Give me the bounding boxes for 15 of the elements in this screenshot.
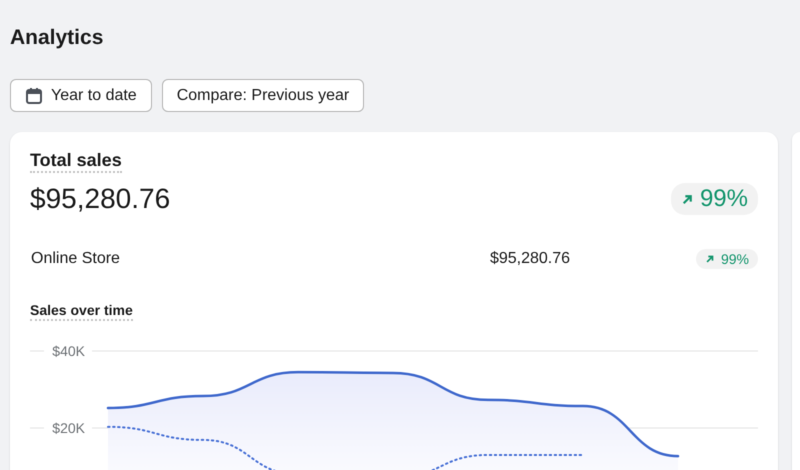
page-title: Analytics: [10, 26, 104, 50]
channel-name: Online Store: [31, 250, 121, 268]
axis-label: $20K: [52, 420, 85, 436]
change-badge: 99%: [696, 249, 758, 269]
total-amount: $95,280.76: [30, 183, 170, 215]
axis-label: $40K: [52, 343, 85, 359]
compare-button[interactable]: Compare: Previous year: [162, 79, 364, 112]
date-range-button[interactable]: Year to date: [10, 79, 152, 112]
channel-amount: $95,280.76: [490, 250, 572, 268]
card-title: Total sales: [30, 150, 122, 173]
chart-title: Sales over time: [30, 302, 133, 321]
arrow-up-right-icon: [680, 192, 694, 206]
calendar-icon: [25, 86, 43, 104]
arrow-up-right-icon: [704, 254, 715, 264]
change-badge: 99%: [670, 183, 758, 215]
